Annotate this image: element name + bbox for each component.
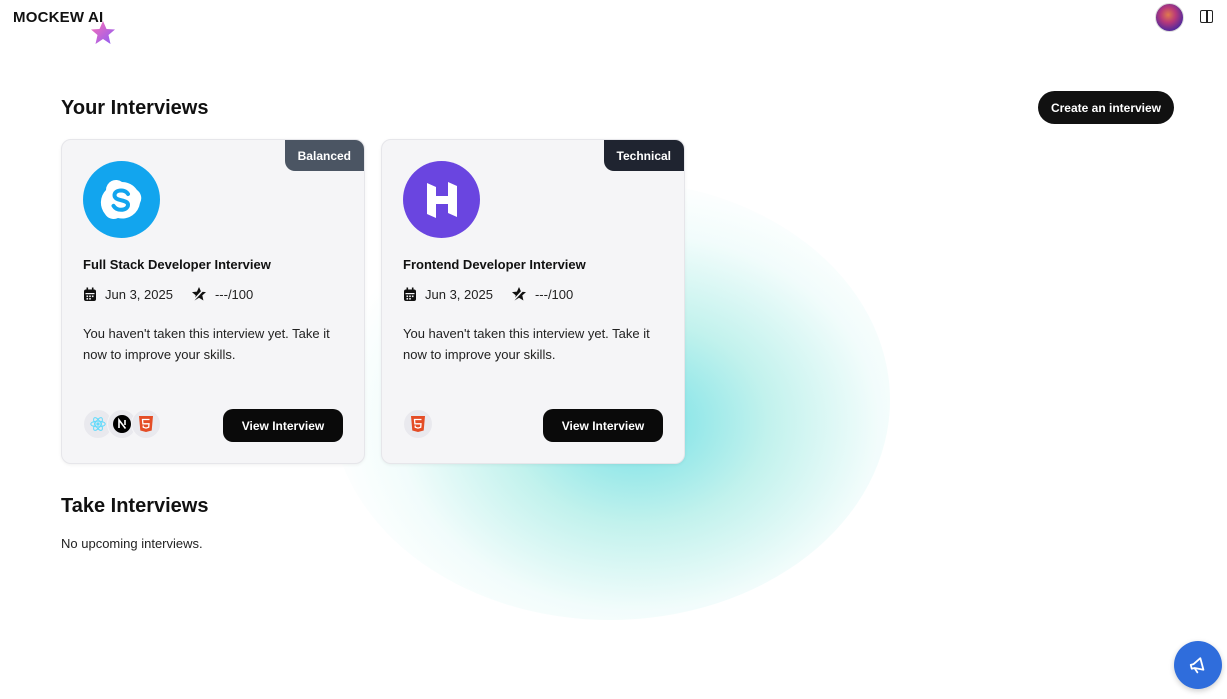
top-bar: MOCKEW AI (0, 0, 1227, 44)
interview-card: Technical Frontend Developer Interview J… (381, 139, 685, 464)
skype-logo-icon (83, 161, 160, 238)
user-avatar[interactable] (1155, 3, 1184, 32)
tech-stack (403, 409, 433, 439)
tech-stack (83, 409, 161, 439)
take-interviews-title: Take Interviews (61, 495, 209, 517)
interview-meta: Jun 3, 2025 ---/100 (83, 286, 253, 302)
panel-toggle-icon[interactable] (1200, 10, 1213, 23)
interview-score: ---/100 (214, 286, 254, 302)
logo-star-icon (91, 21, 115, 44)
interview-title: Frontend Developer Interview (403, 257, 586, 272)
calendar-icon (84, 287, 96, 301)
feedback-button[interactable] (1174, 641, 1222, 689)
html5-icon (403, 409, 433, 439)
star-icon (511, 287, 526, 302)
interview-score: ---/100 (534, 286, 574, 302)
interview-description: You haven't taken this interview yet. Ta… (83, 326, 330, 362)
view-interview-button[interactable]: View Interview (223, 409, 343, 442)
view-interview-button[interactable]: View Interview (543, 409, 663, 442)
interview-type-badge: Balanced (284, 140, 364, 171)
create-interview-button[interactable]: Create an interview (1038, 91, 1174, 124)
interview-title: Full Stack Developer Interview (83, 257, 271, 272)
interview-date: Jun 3, 2025 (105, 286, 173, 302)
calendar-icon (404, 287, 416, 301)
hostinger-logo-icon (403, 161, 480, 238)
interview-date: Jun 3, 2025 (425, 286, 493, 302)
your-interviews-title: Your Interviews (61, 97, 209, 119)
interview-description: You haven't taken this interview yet. Ta… (403, 326, 650, 362)
star-icon (191, 287, 206, 302)
html5-icon (131, 409, 161, 439)
interview-type-badge: Technical (603, 140, 684, 171)
interview-meta: Jun 3, 2025 ---/100 (403, 286, 573, 302)
empty-state-text: No upcoming interviews. (61, 536, 203, 551)
megaphone-icon (1189, 657, 1205, 674)
interview-card: Balanced Full Stack Developer Interview … (61, 139, 365, 464)
